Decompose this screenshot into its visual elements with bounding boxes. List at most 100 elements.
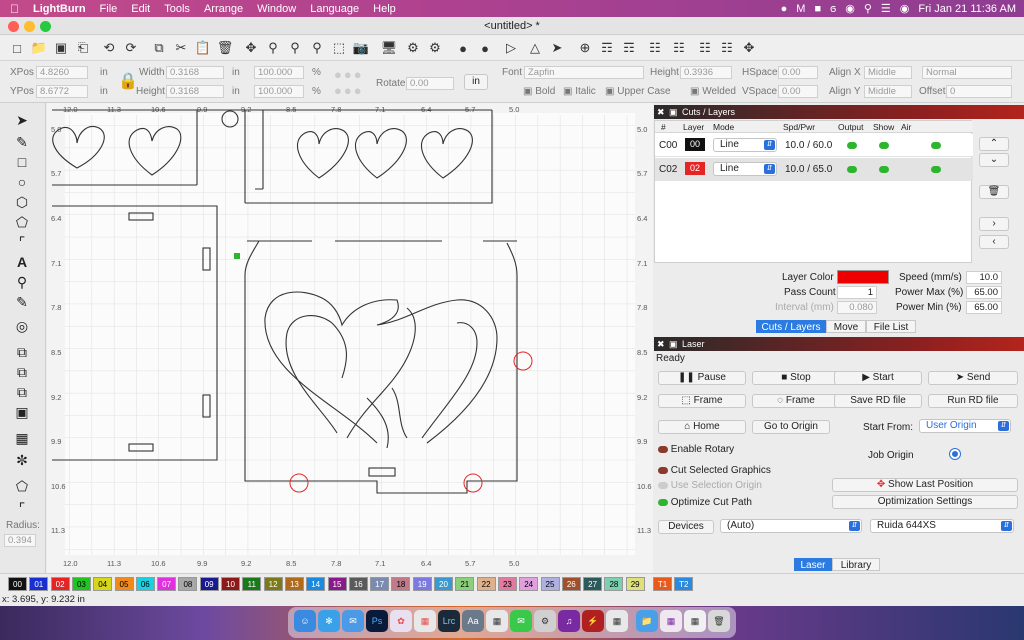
mirror-v-icon[interactable]: △	[526, 39, 544, 57]
menu-help[interactable]: Help	[373, 3, 396, 15]
align-x-select[interactable]: Middle	[864, 66, 912, 79]
cut-selected-checkbox[interactable]: Cut Selected Graphics	[658, 465, 771, 476]
distribute-h-icon[interactable]: ☷	[696, 39, 714, 57]
palette-swatch-09[interactable]: 09	[199, 577, 219, 591]
tab-move[interactable]: Move	[826, 320, 866, 333]
palette-swatch-28[interactable]: 28	[604, 577, 624, 591]
palette-swatch-14[interactable]: 14	[306, 577, 326, 591]
palette-swatch-23[interactable]: 23	[497, 577, 517, 591]
offset-shapes-icon[interactable]: ◎	[12, 317, 32, 335]
frame-circle-button[interactable]: ◌ Frame	[752, 394, 840, 408]
circular-array-icon[interactable]: ✼	[12, 451, 32, 469]
finder-icon[interactable]: ☺	[294, 610, 316, 632]
system-preferences-icon[interactable]: ⚙	[534, 610, 556, 632]
layer-color-chip[interactable]: 02	[685, 162, 705, 175]
font-height-field[interactable]: 0.3936	[680, 66, 732, 79]
paste-icon[interactable]: 📋	[194, 39, 212, 57]
tabs-icon[interactable]: ⬠	[12, 477, 32, 495]
speed-field[interactable]: 10.0	[966, 271, 1002, 284]
text-tool-icon[interactable]: A	[12, 253, 32, 271]
save-icon[interactable]: ▣	[52, 39, 70, 57]
welded-checkbox[interactable]: ▣ Welded	[690, 86, 736, 97]
trash-icon[interactable]: 🗑	[708, 610, 730, 632]
rotate-field[interactable]: 0.00	[406, 77, 454, 90]
safari-icon[interactable]: ✻	[318, 610, 340, 632]
tab-library[interactable]: Library	[832, 558, 880, 571]
align-bottom-icon[interactable]: ☷	[670, 39, 688, 57]
lightroom-icon[interactable]: Lrc	[438, 610, 460, 632]
offset-field[interactable]: 0	[946, 85, 1012, 98]
rectangle-icon[interactable]: □	[12, 153, 32, 171]
start-button[interactable]: ▶ Start	[834, 371, 922, 385]
corner-icon[interactable]: ⌜	[12, 499, 32, 517]
move-icon[interactable]: ✥	[242, 39, 260, 57]
palette-swatch-05[interactable]: 05	[114, 577, 134, 591]
palette-swatch-13[interactable]: 13	[284, 577, 304, 591]
align-center-icon[interactable]: ⊕	[576, 39, 594, 57]
stop-button[interactable]: ■ Stop	[752, 371, 840, 385]
table-row[interactable]: C00 00 Line ⇵ 10.0 / 60.0	[655, 134, 973, 157]
air-toggle[interactable]	[931, 142, 941, 149]
font-select[interactable]: Zapfin	[524, 66, 644, 79]
float-icon[interactable]: ▣	[669, 337, 678, 351]
align-left-icon[interactable]: ☶	[598, 39, 616, 57]
go-to-origin-button[interactable]: Go to Origin	[752, 420, 830, 434]
select-cursor-icon[interactable]: ➤	[12, 111, 32, 129]
palette-swatch-07[interactable]: 07	[157, 577, 177, 591]
menu-tools[interactable]: Tools	[164, 3, 190, 15]
previous-button[interactable]: ‹	[979, 235, 1009, 249]
show-toggle[interactable]	[879, 166, 889, 173]
menu-app-name[interactable]: LightBurn	[33, 3, 86, 15]
selection-handle[interactable]	[234, 253, 240, 259]
pause-button[interactable]: ❚❚ Pause	[658, 371, 746, 385]
anchor-grid-bottom-icon[interactable]: ●●●	[334, 83, 364, 98]
ungroup-icon[interactable]: ●	[476, 39, 494, 57]
palette-swatch-12[interactable]: 12	[263, 577, 283, 591]
open-folder-icon[interactable]: 📁	[30, 39, 48, 57]
menu-language[interactable]: Language	[310, 3, 359, 15]
machine-settings-icon[interactable]: ⚙	[426, 39, 444, 57]
calendar-icon[interactable]: ▦	[486, 610, 508, 632]
boolean-subtract-icon[interactable]: ⧉	[12, 363, 32, 381]
ypos-field[interactable]: 8.6772	[36, 85, 88, 98]
power-max-field[interactable]: 65.00	[966, 286, 1002, 299]
palette-swatch-20[interactable]: 20	[434, 577, 453, 591]
save-rd-file-button[interactable]: Save RD file	[834, 394, 922, 408]
messages-icon[interactable]: ✉	[510, 610, 532, 632]
boolean-union-icon[interactable]: ⧉	[12, 343, 32, 361]
run-rd-file-button[interactable]: Run RD file	[928, 394, 1018, 408]
palette-swatch-18[interactable]: 18	[391, 577, 411, 591]
palette-swatch-06[interactable]: 06	[135, 577, 155, 591]
interval-field[interactable]: 0.080	[837, 301, 877, 314]
delete-icon[interactable]: 🗑	[216, 39, 234, 57]
delete-layer-button[interactable]: 🗑	[979, 185, 1009, 199]
document-icon[interactable]: ▦	[660, 610, 682, 632]
redo-icon[interactable]: ⟳	[122, 39, 140, 57]
lightburn-icon[interactable]: ⚡	[582, 610, 604, 632]
job-origin-radio[interactable]	[950, 449, 960, 459]
line-icon[interactable]: ⬠	[12, 213, 32, 231]
frame-button[interactable]: ⬚ Frame	[658, 394, 746, 408]
start-from-select[interactable]: User Origin ⇵	[919, 419, 1011, 433]
import-icon[interactable]: ⎗	[74, 39, 92, 57]
mail-icon[interactable]: ✉	[342, 610, 364, 632]
font-book-icon[interactable]: Aa	[462, 610, 484, 632]
align-top-icon[interactable]: ☷	[646, 39, 664, 57]
draw-lines-icon[interactable]: ⌜	[12, 233, 32, 251]
output-toggle[interactable]	[847, 142, 857, 149]
weld-icon[interactable]: ▣	[12, 403, 32, 421]
ellipse-icon[interactable]: ○	[12, 173, 32, 191]
close-window-button[interactable]	[8, 21, 19, 32]
palette-swatch-11[interactable]: 11	[242, 577, 262, 591]
preview-icon[interactable]: ▦	[606, 610, 628, 632]
devices-button[interactable]: Devices	[658, 520, 714, 534]
move-layer-down-button[interactable]: ⌄	[979, 153, 1009, 167]
float-icon[interactable]: ▣	[669, 105, 678, 119]
device-select[interactable]: (Auto) ⇵	[720, 519, 862, 533]
documents-stack-icon[interactable]: ▦	[684, 610, 706, 632]
palette-swatch-25[interactable]: 25	[540, 577, 560, 591]
air-toggle[interactable]	[931, 166, 941, 173]
scale-height-field[interactable]: 100.000	[254, 85, 304, 98]
photos-icon[interactable]: ✿	[390, 610, 412, 632]
layer-color-chip[interactable]: 00	[685, 138, 705, 151]
